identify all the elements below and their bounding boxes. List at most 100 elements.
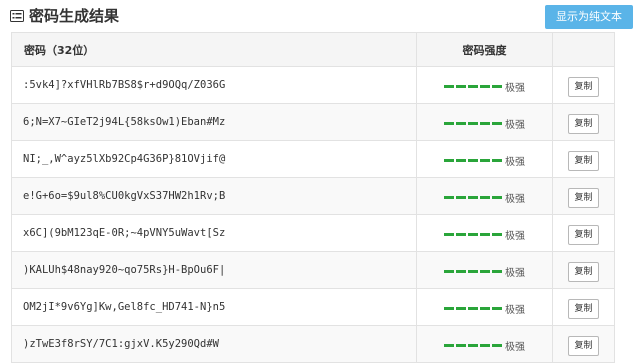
action-cell: 复制 — [552, 140, 615, 178]
column-header-password: 密码（32位） — [11, 32, 417, 67]
strength-meter-segment — [456, 269, 466, 273]
column-header-action — [552, 32, 615, 67]
password-cell[interactable]: 6;N=X7~GIeT2j94L{58ksOw1)Eban#Mz — [11, 103, 417, 141]
strength-meter — [444, 306, 502, 310]
action-cell: 复制 — [552, 214, 615, 252]
password-cell[interactable]: x6C](9bM123qE-0R;~4pVNY5uWavt[Sz — [11, 214, 417, 252]
header: 密码生成结果 显示为纯文本 — [0, 0, 640, 32]
table-row: OM2jI*9v6Yg]Kw,Gel8fc_HD741-N}n5 极强 复制 — [11, 288, 615, 326]
strength-meter-segment — [480, 84, 490, 88]
table-row: x6C](9bM123qE-0R;~4pVNY5uWavt[Sz 极强 复制 — [11, 214, 615, 252]
table-header-row: 密码（32位） 密码强度 — [11, 32, 615, 67]
strength-meter-segment — [456, 306, 466, 310]
show-plain-text-button[interactable]: 显示为纯文本 — [545, 5, 633, 29]
strength-cell: 极强 — [416, 66, 553, 104]
strength-label: 极强 — [505, 156, 525, 168]
action-cell: 复制 — [552, 325, 615, 363]
strength-meter-segment — [492, 269, 502, 273]
strength-label: 极强 — [505, 230, 525, 242]
strength-meter-segment — [468, 269, 478, 273]
strength-meter-segment — [492, 84, 502, 88]
strength-cell: 极强 — [416, 103, 553, 141]
strength-meter-segment — [444, 343, 454, 347]
strength-meter-segment — [492, 306, 502, 310]
table-row: )zTwE3f8rSY/7C1:gjxV.K5y290Qd#W 极强 复制 — [11, 325, 615, 363]
strength-meter-segment — [492, 158, 502, 162]
strength-label: 极强 — [505, 267, 525, 279]
strength-meter — [444, 158, 502, 162]
strength-label: 极强 — [505, 193, 525, 205]
password-cell[interactable]: )KALUh$48nay920~qo75Rs}H-BpOu6F| — [11, 251, 417, 289]
strength-meter-segment — [444, 232, 454, 236]
strength-meter-segment — [444, 158, 454, 162]
table-row: e!G+6o=$9ul8%CU0kgVxS37HW2h1Rv;B 极强 复制 — [11, 177, 615, 215]
strength-meter-segment — [456, 195, 466, 199]
strength-meter-segment — [444, 84, 454, 88]
password-cell[interactable]: NI;_,W^ayz5lXb92Cp4G36P}81OVjif@ — [11, 140, 417, 178]
list-icon — [10, 10, 24, 22]
column-header-strength: 密码强度 — [416, 32, 553, 67]
copy-button[interactable]: 复制 — [568, 261, 599, 282]
strength-cell: 极强 — [416, 251, 553, 289]
strength-cell: 极强 — [416, 140, 553, 178]
strength-meter-segment — [480, 343, 490, 347]
action-cell: 复制 — [552, 177, 615, 215]
strength-label: 极强 — [505, 82, 525, 94]
password-cell[interactable]: OM2jI*9v6Yg]Kw,Gel8fc_HD741-N}n5 — [11, 288, 417, 326]
strength-meter-segment — [480, 195, 490, 199]
strength-meter-segment — [444, 121, 454, 125]
strength-meter-segment — [468, 158, 478, 162]
strength-label: 极强 — [505, 304, 525, 316]
strength-meter-segment — [480, 232, 490, 236]
strength-meter-segment — [456, 158, 466, 162]
copy-button[interactable]: 复制 — [568, 76, 599, 97]
copy-button[interactable]: 复制 — [568, 113, 599, 134]
strength-meter-segment — [456, 121, 466, 125]
strength-meter — [444, 84, 502, 88]
strength-meter-segment — [468, 232, 478, 236]
copy-button[interactable]: 复制 — [568, 298, 599, 319]
copy-button[interactable]: 复制 — [568, 187, 599, 208]
strength-meter — [444, 343, 502, 347]
table-row: 6;N=X7~GIeT2j94L{58ksOw1)Eban#Mz 极强 复制 — [11, 103, 615, 141]
strength-meter-segment — [456, 343, 466, 347]
strength-meter-segment — [456, 232, 466, 236]
strength-meter-segment — [468, 121, 478, 125]
strength-meter-segment — [480, 121, 490, 125]
strength-meter — [444, 269, 502, 273]
strength-meter — [444, 232, 502, 236]
strength-meter-segment — [444, 306, 454, 310]
strength-cell: 极强 — [416, 214, 553, 252]
strength-meter-segment — [444, 269, 454, 273]
strength-meter-segment — [492, 121, 502, 125]
strength-label: 极强 — [505, 119, 525, 131]
strength-meter-segment — [468, 343, 478, 347]
strength-meter-segment — [480, 158, 490, 162]
password-cell[interactable]: :5vk4]?xfVHlRb7BS8$r+d9OQq/Z036G — [11, 66, 417, 104]
strength-meter — [444, 121, 502, 125]
action-cell: 复制 — [552, 288, 615, 326]
password-cell[interactable]: )zTwE3f8rSY/7C1:gjxV.K5y290Qd#W — [11, 325, 417, 363]
table-row: )KALUh$48nay920~qo75Rs}H-BpOu6F| 极强 复制 — [11, 251, 615, 289]
strength-meter-segment — [468, 306, 478, 310]
strength-meter-segment — [444, 195, 454, 199]
action-cell: 复制 — [552, 251, 615, 289]
table-row: NI;_,W^ayz5lXb92Cp4G36P}81OVjif@ 极强 复制 — [11, 140, 615, 178]
copy-button[interactable]: 复制 — [568, 335, 599, 356]
strength-cell: 极强 — [416, 288, 553, 326]
page-title: 密码生成结果 — [29, 7, 120, 25]
action-cell: 复制 — [552, 103, 615, 141]
strength-meter-segment — [456, 84, 466, 88]
password-table: 密码（32位） 密码强度 :5vk4]?xfVHlRb7BS8$r+d9OQq/… — [11, 32, 615, 363]
table-row: :5vk4]?xfVHlRb7BS8$r+d9OQq/Z036G 极强 复制 — [11, 66, 615, 104]
action-cell: 复制 — [552, 66, 615, 104]
copy-button[interactable]: 复制 — [568, 150, 599, 171]
strength-meter-segment — [480, 306, 490, 310]
strength-meter-segment — [492, 232, 502, 236]
password-cell[interactable]: e!G+6o=$9ul8%CU0kgVxS37HW2h1Rv;B — [11, 177, 417, 215]
title-wrap: 密码生成结果 — [10, 6, 119, 26]
strength-cell: 极强 — [416, 325, 553, 363]
strength-meter-segment — [492, 343, 502, 347]
strength-meter-segment — [468, 84, 478, 88]
copy-button[interactable]: 复制 — [568, 224, 599, 245]
